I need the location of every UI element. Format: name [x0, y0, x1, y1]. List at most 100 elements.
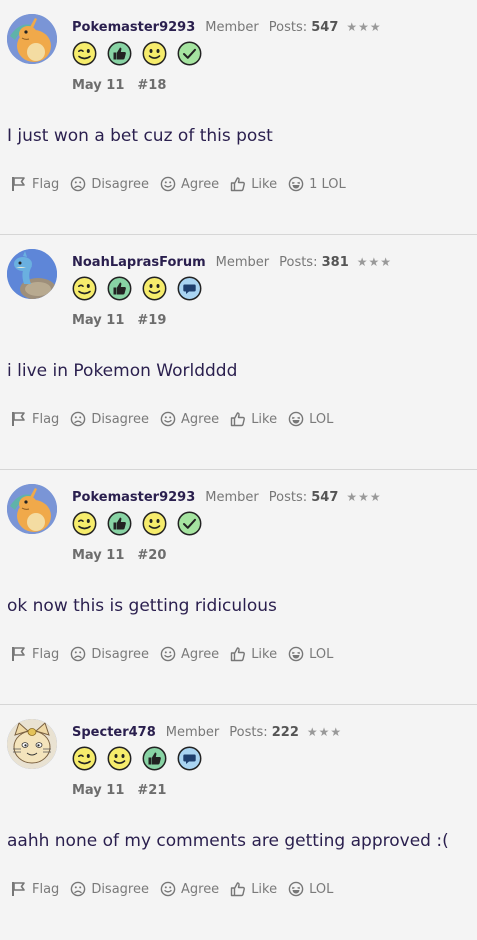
like-button[interactable]: Like	[230, 176, 277, 192]
checkmark-badge[interactable]	[177, 41, 202, 66]
flag-label: Flag	[32, 176, 60, 192]
post-body: i live in Pokemon Worldddd	[7, 361, 238, 381]
like-label: Like	[251, 881, 278, 897]
frown-icon	[71, 881, 86, 897]
agree-label: Agree	[180, 411, 220, 427]
smile-badge[interactable]	[142, 276, 167, 301]
post-body: I just won a bet cuz of this post	[7, 126, 273, 146]
laugh-icon	[288, 411, 304, 427]
lol-button[interactable]: LOL	[288, 646, 333, 662]
post-actions: Flag Disagree Agree Like LOL	[11, 411, 344, 427]
agree-button[interactable]: Agree	[160, 881, 219, 897]
flag-button[interactable]: Flag	[11, 411, 59, 427]
flag-button[interactable]: Flag	[11, 176, 59, 192]
like-button[interactable]: Like	[230, 411, 277, 427]
post-meta: May 11 #19	[72, 312, 166, 330]
username-link[interactable]: Pokemaster9293	[72, 490, 195, 505]
dragonite-avatar	[7, 484, 57, 534]
disagree-label: Disagree	[91, 646, 149, 662]
post-number[interactable]: #20	[137, 548, 166, 563]
flag-button[interactable]: Flag	[11, 646, 59, 662]
wink-badge[interactable]	[72, 276, 97, 301]
disagree-button[interactable]: Disagree	[70, 881, 149, 897]
user-avatar[interactable]	[7, 484, 57, 534]
user-avatar[interactable]	[7, 719, 57, 769]
thumbs-up-badge[interactable]	[107, 276, 132, 301]
speech-bubble-badge[interactable]	[177, 276, 202, 301]
post-header: Pokemaster9293 Member Posts: 547 ★★★	[72, 17, 382, 37]
post-meta: May 11 #21	[72, 782, 166, 800]
posts-label: Posts:	[268, 20, 308, 35]
post-date[interactable]: May 11	[72, 783, 124, 798]
post-number[interactable]: #18	[137, 78, 166, 93]
agree-button[interactable]: Agree	[160, 411, 219, 427]
smile-badge[interactable]	[142, 511, 167, 536]
flag-label: Flag	[32, 646, 60, 662]
thread-posts: Pokemaster9293 Member Posts: 547 ★★★ May 11…	[0, 0, 477, 940]
post-header: Specter478 Member Posts: 222 ★★★	[72, 722, 342, 742]
user-badges	[72, 276, 202, 301]
username-link[interactable]: Specter478	[72, 725, 156, 740]
user-badges	[72, 746, 202, 771]
like-button[interactable]: Like	[230, 881, 277, 897]
flag-icon	[12, 177, 25, 191]
user-badges	[72, 511, 202, 536]
frown-icon	[71, 176, 86, 192]
lapras-avatar	[7, 249, 57, 299]
smile-badge[interactable]	[107, 746, 132, 771]
post-date[interactable]: May 11	[72, 78, 124, 93]
post-actions: Flag Disagree Agree Like LOL	[11, 881, 344, 897]
rank-stars: ★★★	[306, 725, 343, 739]
username-link[interactable]: Pokemaster9293	[72, 20, 195, 35]
user-badges	[72, 41, 202, 66]
thumbs-up-badge[interactable]	[107, 511, 132, 536]
agree-button[interactable]: Agree	[160, 646, 219, 662]
forum-post: NoahLaprasForum Member Posts: 381 ★★★ May 1…	[0, 235, 477, 470]
post-number[interactable]: #19	[137, 313, 166, 328]
post-number[interactable]: #21	[137, 783, 166, 798]
agree-button[interactable]: Agree	[160, 176, 219, 192]
like-button[interactable]: Like	[230, 646, 277, 662]
lol-button[interactable]: 1 LOL	[288, 176, 346, 192]
like-label: Like	[251, 646, 278, 662]
post-date[interactable]: May 11	[72, 313, 124, 328]
disagree-button[interactable]: Disagree	[70, 646, 149, 662]
wink-badge[interactable]	[72, 511, 97, 536]
user-role: Member	[205, 490, 259, 505]
thumbs-up-badge[interactable]	[142, 746, 167, 771]
checkmark-badge[interactable]	[177, 511, 202, 536]
forum-post: Pokemaster9293 Member Posts: 547 ★★★ May 11…	[0, 470, 477, 705]
smile-icon	[160, 176, 176, 192]
post-header: Pokemaster9293 Member Posts: 547 ★★★	[72, 487, 382, 507]
user-role: Member	[165, 725, 220, 740]
post-actions: Flag Disagree Agree Like LOL	[11, 646, 344, 662]
speech-bubble-badge[interactable]	[177, 746, 202, 771]
agree-label: Agree	[180, 646, 220, 662]
laugh-icon	[288, 176, 304, 192]
flag-button[interactable]: Flag	[11, 881, 59, 897]
lol-button[interactable]: LOL	[288, 411, 333, 427]
disagree-label: Disagree	[91, 411, 149, 427]
lol-label: 1 LOL	[309, 176, 346, 192]
username-link[interactable]: NoahLaprasForum	[72, 255, 206, 270]
disagree-button[interactable]: Disagree	[70, 411, 149, 427]
thumbs-up-icon	[230, 882, 246, 897]
posts-label: Posts:	[268, 490, 308, 505]
lol-button[interactable]: LOL	[288, 881, 333, 897]
post-date[interactable]: May 11	[72, 548, 124, 563]
rank-stars: ★★★	[356, 255, 393, 269]
wink-badge[interactable]	[72, 746, 97, 771]
flag-icon	[12, 647, 25, 661]
wink-badge[interactable]	[72, 41, 97, 66]
posts-count: 222	[271, 725, 299, 740]
flag-icon	[12, 882, 25, 896]
user-avatar[interactable]	[7, 249, 57, 299]
agree-label: Agree	[180, 176, 220, 192]
smile-badge[interactable]	[142, 41, 167, 66]
post-body: aahh none of my comments are getting app…	[7, 831, 449, 851]
user-avatar[interactable]	[7, 14, 57, 64]
forum-post: Pokemaster9293 Member Posts: 547 ★★★ May 11…	[0, 0, 477, 235]
disagree-button[interactable]: Disagree	[70, 176, 149, 192]
frown-icon	[71, 411, 86, 427]
thumbs-up-badge[interactable]	[107, 41, 132, 66]
